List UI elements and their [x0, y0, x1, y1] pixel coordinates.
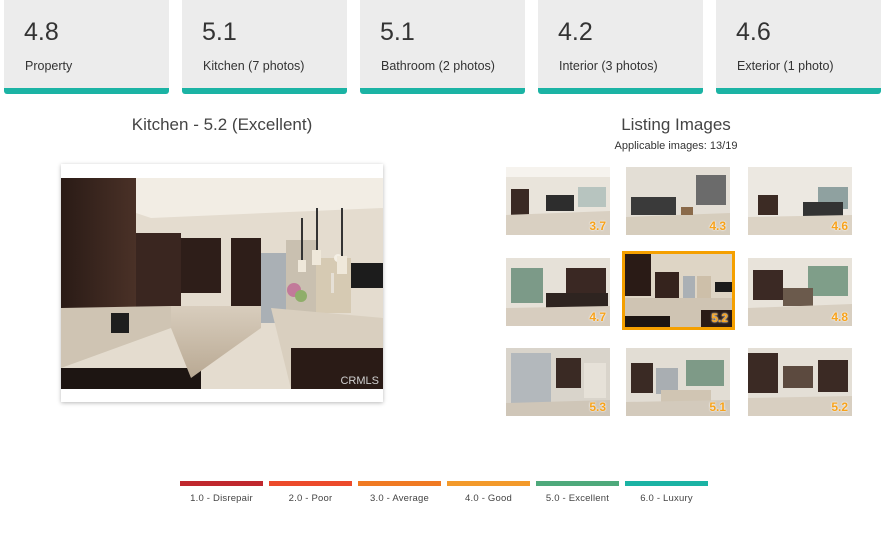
legend-item-poor: 2.0 - Poor [269, 481, 352, 504]
thumbnail-score: 5.3 [589, 400, 606, 414]
thumbnail[interactable]: 3.7 [506, 167, 610, 235]
legend-item-disrepair: 1.0 - Disrepair [180, 481, 263, 504]
card-interior[interactable]: 4.2 Interior (3 photos) [538, 0, 703, 94]
legend-label: 2.0 - Poor [288, 493, 333, 504]
legend-label: 3.0 - Average [370, 493, 429, 504]
legend-item-excellent: 5.0 - Excellent [536, 481, 619, 504]
thumbnail-score: 4.3 [709, 219, 726, 233]
card-score: 4.8 [24, 18, 59, 46]
card-property[interactable]: 4.8 Property [4, 0, 169, 94]
thumbnail-score: 5.2 [831, 400, 848, 414]
score-cards: 4.8 Property 5.1 Kitchen (7 photos) 5.1 … [0, 0, 888, 96]
selected-photo-title: Kitchen - 5.2 (Excellent) [131, 115, 313, 134]
thumbnail-score: 3.7 [589, 219, 606, 233]
listing-images-title: Listing Images [621, 115, 731, 134]
thumbnail[interactable]: 5.3 [506, 348, 610, 416]
legend-bar [358, 481, 441, 486]
legend-label: 6.0 - Luxury [640, 493, 693, 504]
legend-label: 4.0 - Good [465, 493, 512, 504]
legend-label: 1.0 - Disrepair [190, 493, 253, 504]
legend-item-average: 3.0 - Average [358, 481, 441, 504]
card-score: 5.1 [380, 18, 415, 46]
thumbnail-score: 4.6 [831, 219, 848, 233]
watermark: CRMLS [340, 375, 379, 387]
legend-bar [536, 481, 619, 486]
selected-photo: CRMLS [61, 178, 383, 389]
card-label: Property [25, 59, 73, 73]
thumbnail-selected[interactable]: 5.2 [622, 251, 735, 330]
card-score: 4.2 [558, 18, 593, 46]
card-label: Exterior (1 photo) [737, 59, 834, 73]
card-label: Bathroom (2 photos) [381, 59, 495, 73]
applicable-images-count: Applicable images: 13/19 [614, 140, 738, 152]
legend-bar [269, 481, 352, 486]
thumbnail[interactable]: 4.7 [506, 258, 610, 326]
thumbnail-score: 4.7 [589, 310, 606, 324]
card-score: 4.6 [736, 18, 771, 46]
thumbnail[interactable]: 4.8 [748, 258, 852, 326]
legend-bar [625, 481, 708, 486]
thumbnail-score: 5.2 [711, 311, 728, 325]
card-label: Interior (3 photos) [559, 59, 658, 73]
thumbnail[interactable]: 5.1 [626, 348, 730, 416]
legend-bar [447, 481, 530, 486]
thumbnail-score: 5.1 [709, 400, 726, 414]
legend-item-good: 4.0 - Good [447, 481, 530, 504]
card-score: 5.1 [202, 18, 237, 46]
thumbnail-score: 4.8 [831, 310, 848, 324]
thumbnail[interactable]: 4.3 [626, 167, 730, 235]
card-exterior[interactable]: 4.6 Exterior (1 photo) [716, 0, 881, 94]
legend-label: 5.0 - Excellent [545, 493, 610, 504]
selected-photo-frame: CRMLS [61, 164, 383, 402]
card-label: Kitchen (7 photos) [203, 59, 305, 73]
thumbnail[interactable]: 5.2 [748, 348, 852, 416]
legend-item-luxury: 6.0 - Luxury [625, 481, 708, 504]
card-kitchen[interactable]: 5.1 Kitchen (7 photos) [182, 0, 347, 94]
thumbnail[interactable]: 4.6 [748, 167, 852, 235]
card-bathroom[interactable]: 5.1 Bathroom (2 photos) [360, 0, 525, 94]
legend-bar [180, 481, 263, 486]
